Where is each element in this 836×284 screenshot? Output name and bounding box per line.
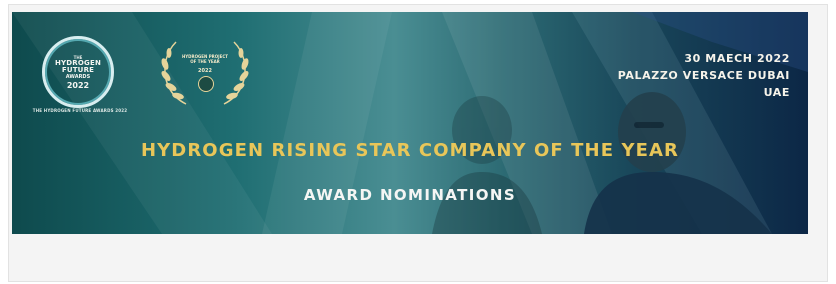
- event-info: 30 MAECH 2022 PALAZZO VERSACE DUBAI UAE: [618, 50, 790, 101]
- event-date: 30 MAECH 2022: [684, 52, 790, 65]
- laurel-award-title: HYDROGEN PROJECT OF THE YEAR: [181, 54, 229, 64]
- logo-year: 2022: [66, 80, 90, 90]
- laurel-wreath-icon: [161, 41, 249, 105]
- logo-caption: THE HYDROGEN FUTURE AWARDS 2022: [32, 108, 128, 113]
- laurel-award-year: 2022: [198, 68, 212, 74]
- hydrogen-future-awards-logo: THE HYDROGEN FUTURE AWARDS 2022: [42, 36, 114, 108]
- logo-line-3: AWARDS: [65, 73, 91, 80]
- banner-subheadline: AWARD NOMINATIONS: [303, 186, 517, 204]
- award-banner-image[interactable]: THE HYDROGEN FUTURE AWARDS 2022 THE HYDR…: [12, 12, 808, 234]
- event-country: UAE: [763, 86, 790, 99]
- seal-icon: [198, 76, 214, 92]
- event-venue: PALAZZO VERSACE DUBAI: [617, 69, 790, 82]
- banner-headline: HYDROGEN RISING STAR COMPANY OF THE YEAR: [141, 140, 679, 161]
- logo-line-2: FUTURE: [61, 65, 95, 74]
- logo-prefix: THE: [73, 54, 83, 60]
